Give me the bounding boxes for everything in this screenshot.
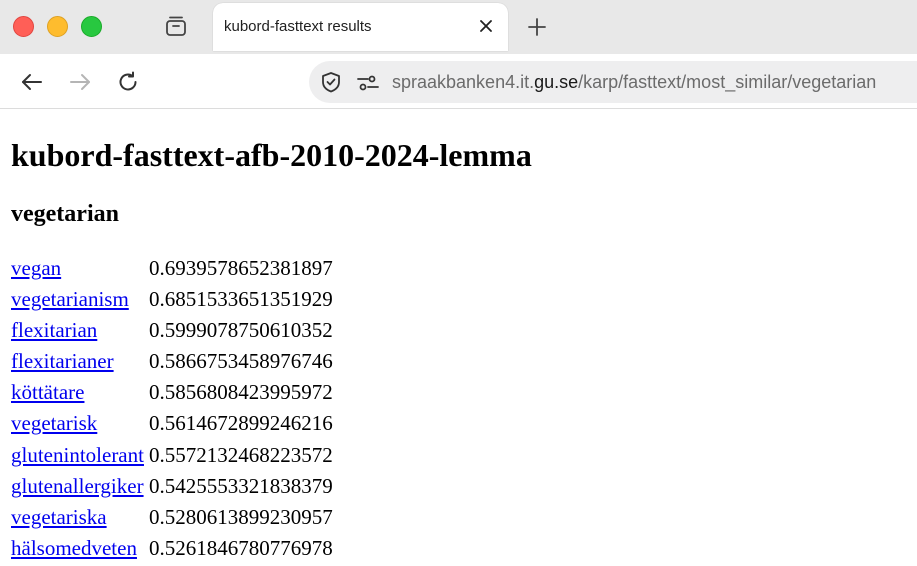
query-heading: vegetarian (11, 201, 119, 227)
tab-title: kubord-fasttext results (224, 18, 372, 35)
table-row: vegetariska 0.5280613899230957 (11, 502, 333, 533)
result-word-cell: vegetarianism (11, 284, 144, 315)
table-row: glutenallergiker 0.5425553321838379 (11, 471, 333, 502)
result-word-link[interactable]: flexitarianer (11, 349, 114, 373)
result-word-link[interactable]: glutenintolerant (11, 443, 144, 467)
result-score: 0.5614672899246216 (148, 411, 333, 436)
table-row: vegetarianism 0.6851533651351929 (11, 284, 333, 315)
url-text: spraakbanken4.it.gu.se/karp/fasttext/mos… (392, 72, 876, 93)
table-row: flexitarian 0.5999078750610352 (11, 315, 333, 346)
result-score: 0.5425553321838379 (148, 473, 333, 498)
result-word-link[interactable]: vegan (11, 256, 61, 280)
url-domain: gu.se (534, 72, 579, 92)
zoom-window-button[interactable] (81, 16, 102, 37)
result-score: 0.5572132468223572 (148, 442, 333, 467)
browser-tab-active[interactable]: kubord-fasttext results (213, 3, 508, 51)
result-word-cell: hälsomedveten (11, 533, 144, 564)
page-content: kubord-fasttext-afb-2010-2024-lemma vege… (0, 134, 917, 564)
address-bar[interactable]: spraakbanken4.it.gu.se/karp/fasttext/mos… (309, 61, 917, 103)
result-score: 0.6939578652381897 (148, 256, 333, 280)
browser-titlebar: kubord-fasttext results (0, 0, 917, 54)
result-word-cell: köttätare (11, 377, 144, 408)
result-score: 0.5999078750610352 (148, 318, 333, 343)
result-word-cell: vegan (11, 253, 144, 284)
close-window-button[interactable] (13, 16, 34, 37)
result-word-cell: flexitarianer (11, 346, 144, 377)
url-path: /karp/fasttext/most_similar/vegetarian (578, 72, 877, 92)
window-controls (13, 16, 102, 37)
url-subdomain: spraakbanken4.it. (392, 72, 535, 92)
table-row: köttätare 0.5856808423995972 (11, 377, 333, 408)
result-word-link[interactable]: vegetarianism (11, 287, 129, 311)
plus-icon[interactable] (523, 13, 551, 41)
result-word-cell: vegetarisk (11, 408, 144, 439)
site-info-icon[interactable] (356, 72, 380, 94)
shield-icon[interactable] (320, 71, 342, 93)
result-word-cell: glutenintolerant (11, 440, 144, 471)
table-row: flexitarianer 0.5866753458976746 (11, 346, 333, 377)
result-word-link[interactable]: vegetarisk (11, 411, 97, 435)
result-score: 0.5280613899230957 (148, 504, 333, 529)
result-score: 0.6851533651351929 (148, 287, 333, 312)
result-score: 0.5866753458976746 (148, 349, 333, 374)
result-word-link[interactable]: köttätare (11, 380, 84, 404)
table-row: glutenintolerant 0.5572132468223572 (11, 440, 333, 471)
result-word-cell: flexitarian (11, 315, 144, 346)
back-arrow-icon[interactable] (17, 67, 47, 97)
tab-overview-icon[interactable] (163, 13, 189, 39)
reload-icon[interactable] (113, 67, 143, 97)
minimize-window-button[interactable] (47, 16, 68, 37)
result-word-link[interactable]: vegetariska (11, 505, 107, 529)
table-row: hälsomedveten 0.5261846780776978 (11, 533, 333, 564)
table-row: vegan 0.6939578652381897 (11, 253, 333, 284)
result-word-cell: glutenallergiker (11, 471, 144, 502)
result-word-link[interactable]: glutenallergiker (11, 474, 144, 498)
browser-toolbar: spraakbanken4.it.gu.se/karp/fasttext/mos… (0, 54, 917, 109)
result-score: 0.5261846780776978 (148, 535, 333, 560)
table-row: vegetarisk 0.5614672899246216 (11, 408, 333, 439)
result-score: 0.5856808423995972 (148, 380, 333, 405)
page-title: kubord-fasttext-afb-2010-2024-lemma (11, 137, 532, 173)
result-word-cell: vegetariska (11, 502, 144, 533)
close-icon[interactable] (474, 14, 498, 38)
forward-arrow-icon[interactable] (65, 67, 95, 97)
result-word-link[interactable]: flexitarian (11, 318, 97, 342)
result-word-link[interactable]: hälsomedveten (11, 536, 137, 560)
results-table: vegan 0.6939578652381897 vegetarianism 0.68… (7, 253, 337, 564)
